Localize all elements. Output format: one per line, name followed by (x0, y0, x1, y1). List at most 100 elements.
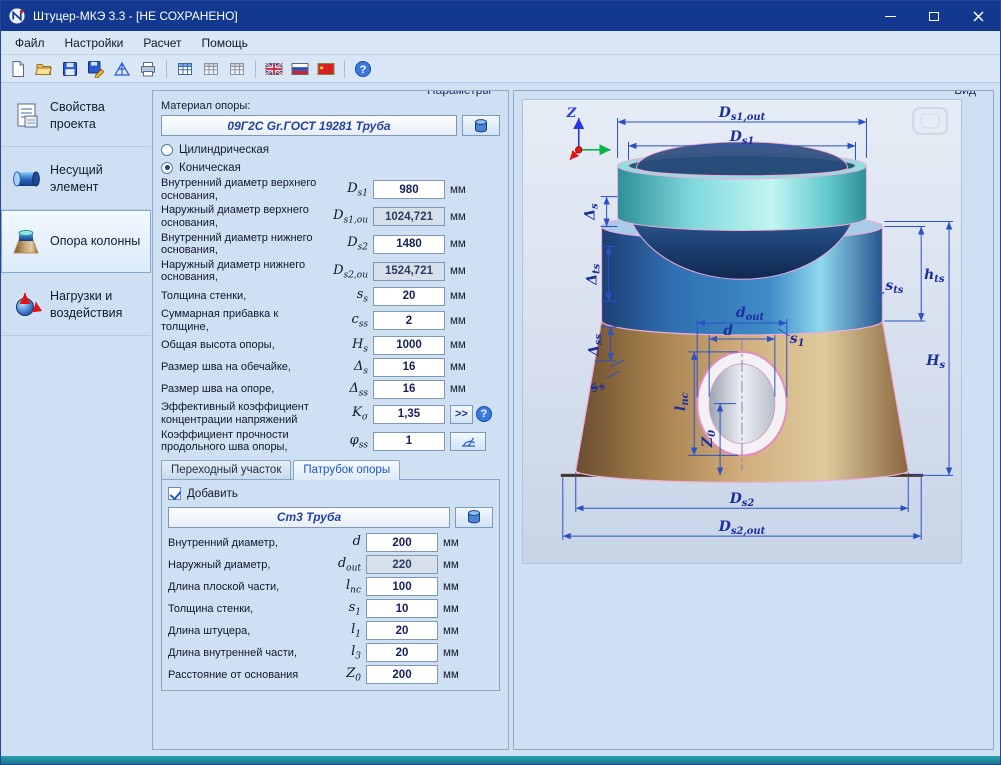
toolbar-separator (255, 60, 256, 78)
dim-label-ds2out: Ds2,out (718, 519, 766, 537)
param-row: Коэффициент прочности продольного шва оп… (161, 429, 500, 454)
param-row: Внутренний диаметр, d мм (168, 533, 493, 553)
param-row: Длина внутренней части, l3 мм (168, 643, 493, 663)
input-ksigma[interactable] (373, 405, 445, 424)
add-nozzle-option[interactable]: Добавить (168, 485, 493, 503)
weld-strength-tool-button[interactable] (450, 432, 486, 451)
sidebar: Свойства проекта Несущий элемент (1, 83, 151, 756)
sidebar-item-label: Свойства проекта (50, 99, 148, 132)
shape-option-cylindrical[interactable]: Цилиндрическая (161, 141, 500, 158)
input-l3[interactable] (366, 643, 438, 662)
sidebar-item-project-properties[interactable]: Свойства проекта (1, 84, 151, 147)
radio-cylindrical[interactable] (161, 144, 173, 156)
report-table-button[interactable] (173, 57, 197, 81)
printer-icon (139, 60, 157, 78)
tab-support-nozzle[interactable]: Патрубок опоры (293, 460, 400, 480)
param-row: Толщина стенки, s1 мм (168, 599, 493, 619)
sidebar-item-label: Несущий элемент (50, 162, 148, 195)
save-as-button[interactable] (84, 57, 108, 81)
dim-label-delta-ts: Δts (585, 263, 603, 285)
dim-label-d: d (723, 323, 733, 339)
param-row: Наружный диаметр нижнего основания, Ds2,… (161, 259, 500, 284)
print-button[interactable] (136, 57, 160, 81)
menu-file[interactable]: Файл (5, 32, 55, 54)
language-english-button[interactable] (262, 57, 286, 81)
new-file-icon (9, 60, 27, 78)
nozzle-material-picker-button[interactable] (455, 507, 493, 528)
input-delta-ss[interactable] (373, 380, 445, 399)
param-row: Эффективный коэффициент концентрации нап… (161, 401, 500, 426)
radio-conical[interactable] (161, 162, 173, 174)
input-phi-ss[interactable] (373, 432, 445, 451)
table-icon (176, 60, 194, 78)
shape-option-conical[interactable]: Коническая (161, 159, 500, 176)
close-button[interactable] (956, 1, 1000, 31)
sidebar-item-bearing-element[interactable]: Несущий элемент (1, 147, 151, 210)
window-title: Штуцер-МКЭ 3.3 - [НЕ СОХРАНЕНО] (33, 9, 868, 23)
project-properties-icon (8, 101, 44, 131)
protractor-icon (460, 433, 476, 449)
ksigma-select-button[interactable]: >> (450, 405, 473, 424)
input-ds1[interactable] (373, 180, 445, 199)
input-css[interactable] (373, 311, 445, 330)
save-file-button[interactable] (58, 57, 82, 81)
nozzle-material-field[interactable]: Ст3 Труба (168, 507, 450, 528)
menu-help[interactable]: Помощь (192, 32, 258, 54)
toolbar-separator (166, 60, 167, 78)
input-lnc[interactable] (366, 577, 438, 596)
language-chinese-button[interactable] (314, 57, 338, 81)
menu-bar: Файл Настройки Расчет Помощь (1, 31, 1000, 55)
dim-label-ds1out: Ds1,out (718, 105, 766, 123)
material-database-icon (472, 117, 490, 135)
minimize-button[interactable] (868, 1, 912, 31)
title-bar: Штуцер-МКЭ 3.3 - [НЕ СОХРАНЕНО] (1, 1, 1000, 31)
input-hs[interactable] (373, 336, 445, 355)
tab-transition-section[interactable]: Переходный участок (161, 460, 291, 480)
menu-settings[interactable]: Настройки (55, 32, 134, 54)
input-d[interactable] (366, 533, 438, 552)
report-table-2-button[interactable] (199, 57, 223, 81)
help-button[interactable]: ? (351, 57, 375, 81)
input-z0[interactable] (366, 665, 438, 684)
close-icon (973, 11, 984, 22)
material-database-icon (465, 508, 483, 526)
sidebar-item-column-support[interactable]: Опора колонны (1, 210, 151, 273)
support-material-picker-button[interactable] (462, 115, 500, 136)
report-table-3-button[interactable] (225, 57, 249, 81)
ksigma-help-icon[interactable]: ? (476, 406, 492, 422)
app-window: Штуцер-МКЭ 3.3 - [НЕ СОХРАНЕНО] Файл Нас… (0, 0, 1001, 765)
param-row: Наружный диаметр верхнего основания, Ds1… (161, 204, 500, 229)
app-icon (8, 7, 26, 25)
add-nozzle-checkbox[interactable] (168, 487, 181, 500)
main-panels: Параметры Материал опоры: 09Г2С Gr.ГОСТ … (151, 83, 1000, 756)
input-l1[interactable] (366, 621, 438, 640)
bearing-element-icon (8, 164, 44, 194)
fem-model-button[interactable] (110, 57, 134, 81)
input-delta-s[interactable] (373, 358, 445, 377)
input-ds2[interactable] (373, 235, 445, 254)
fem-mesh-icon (113, 60, 131, 78)
input-s1[interactable] (366, 599, 438, 618)
param-row: Внутренний диаметр верхнего основания, D… (161, 177, 500, 202)
support-drawing: Z (523, 100, 961, 563)
bottom-resize-strip[interactable] (1, 756, 1000, 764)
dim-label-delta-s: Δs (583, 203, 601, 221)
language-russian-button[interactable] (288, 57, 312, 81)
support-nozzle-tab-panel: Добавить Ст3 Труба Внутренний диаметр, d (161, 479, 500, 691)
sidebar-item-label: Опора колонны (50, 233, 140, 249)
param-row: Длина штуцера, l1 мм (168, 621, 493, 641)
sidebar-item-loads[interactable]: Нагрузки и воздействия (1, 273, 151, 336)
watermark-logo (913, 108, 947, 134)
maximize-button[interactable] (912, 1, 956, 31)
3d-viewport[interactable]: Z (522, 99, 962, 564)
head-interior (636, 142, 847, 176)
save-edit-icon (87, 60, 105, 78)
menu-calculation[interactable]: Расчет (133, 32, 191, 54)
open-file-button[interactable] (32, 57, 56, 81)
support-material-field[interactable]: 09Г2С Gr.ГОСТ 19281 Труба (161, 115, 457, 136)
parameters-panel: Параметры Материал опоры: 09Г2С Gr.ГОСТ … (152, 90, 509, 750)
input-ss[interactable] (373, 287, 445, 306)
dim-label-hs: Hs (925, 353, 945, 371)
axis-triad: Z (566, 106, 611, 160)
new-file-button[interactable] (6, 57, 30, 81)
